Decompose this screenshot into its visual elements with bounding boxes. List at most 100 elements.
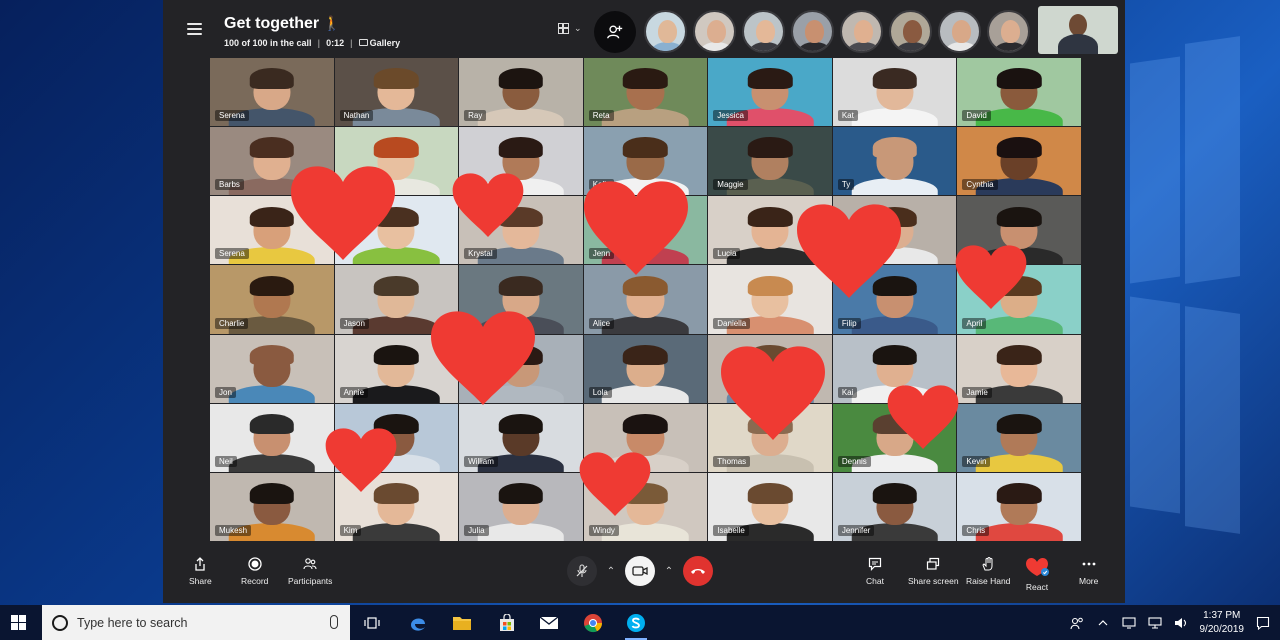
participant-avatar[interactable]: [987, 10, 1030, 53]
video-tile[interactable]: Filip: [832, 265, 957, 334]
video-tile[interactable]: Maggie: [708, 127, 832, 196]
participant-avatar[interactable]: [742, 10, 785, 53]
video-tile[interactable]: [583, 403, 708, 472]
raise-hand-button[interactable]: Raise Hand: [966, 557, 1010, 586]
layout-button[interactable]: ⌄: [558, 23, 582, 34]
video-tile[interactable]: Mukesh: [210, 472, 334, 541]
video-tile[interactable]: Kat: [832, 58, 957, 127]
avatar-face: [854, 20, 873, 43]
participant-avatar[interactable]: [889, 10, 932, 53]
share-button[interactable]: Share: [189, 557, 212, 586]
participant-avatar[interactable]: [791, 10, 834, 53]
taskbar-search-box[interactable]: Type here to search: [42, 605, 350, 640]
video-tile[interactable]: [832, 196, 957, 265]
video-tile[interactable]: Kevin: [957, 403, 1081, 472]
video-tile[interactable]: Jenn: [583, 196, 708, 265]
participant-avatar[interactable]: [938, 10, 981, 53]
network-icon[interactable]: [1147, 616, 1162, 630]
people-icon[interactable]: [1069, 616, 1084, 630]
participant-hair: [872, 137, 917, 158]
video-tile[interactable]: Daniella: [708, 265, 832, 334]
participants-button[interactable]: Participants: [288, 557, 332, 586]
audio-options-chevron-icon[interactable]: ⌃: [603, 566, 619, 577]
chrome-icon[interactable]: [582, 612, 604, 634]
participant-hair: [747, 413, 793, 435]
taskbar-clock[interactable]: 1:37 PM 9/20/2019: [1200, 609, 1245, 637]
video-tile[interactable]: Lucia: [708, 196, 832, 265]
notifications-icon[interactable]: [1256, 616, 1270, 630]
video-tile[interactable]: Jon: [210, 334, 334, 403]
chat-button[interactable]: Chat: [866, 557, 884, 586]
menu-icon[interactable]: [187, 23, 202, 35]
volume-icon[interactable]: [1174, 616, 1188, 630]
video-tile[interactable]: Kelly: [583, 127, 708, 196]
video-tile[interactable]: David: [957, 58, 1081, 127]
video-tile[interactable]: [708, 334, 832, 403]
video-tile[interactable]: Kai: [832, 334, 957, 403]
video-tile[interactable]: [334, 403, 459, 472]
video-tile[interactable]: Nathan: [334, 58, 459, 127]
mail-icon[interactable]: [538, 612, 560, 634]
video-tile[interactable]: Alice: [583, 265, 708, 334]
video-tile[interactable]: Windy: [583, 472, 708, 541]
video-tile[interactable]: Ty: [832, 127, 957, 196]
video-tile[interactable]: Ray: [459, 58, 583, 127]
end-call-button[interactable]: [683, 556, 713, 586]
participant-hair: [747, 275, 793, 297]
participant-avatar[interactable]: [644, 10, 687, 53]
mute-button[interactable]: [567, 556, 597, 586]
video-tile[interactable]: Lola: [583, 334, 708, 403]
video-options-chevron-icon[interactable]: ⌃: [661, 566, 677, 577]
edge-browser-icon[interactable]: [407, 612, 429, 634]
video-tile[interactable]: [459, 127, 583, 196]
video-tile[interactable]: Reta: [583, 58, 708, 127]
video-tile[interactable]: [334, 127, 459, 196]
video-tile[interactable]: [334, 196, 459, 265]
participant-avatar[interactable]: [693, 10, 736, 53]
add-participant-button[interactable]: [594, 11, 636, 53]
video-tile[interactable]: Jessica: [708, 58, 832, 127]
video-tile[interactable]: Cynthia: [957, 127, 1081, 196]
video-tile[interactable]: Annie: [334, 334, 459, 403]
self-video-preview[interactable]: [1038, 6, 1118, 54]
avatar-face: [707, 20, 726, 43]
video-tile[interactable]: Chris: [957, 472, 1081, 541]
react-button[interactable]: React: [1025, 557, 1049, 592]
video-tile[interactable]: Thomas: [708, 403, 832, 472]
video-tile[interactable]: Krystal: [459, 196, 583, 265]
video-tile[interactable]: [459, 265, 583, 334]
participant-hair: [623, 483, 668, 504]
participant-name-label: Daniella: [713, 317, 751, 329]
video-tile[interactable]: Barbs: [210, 127, 334, 196]
share-screen-button[interactable]: Share screen: [908, 557, 959, 586]
record-button[interactable]: Record: [241, 557, 268, 586]
view-mode[interactable]: Gallery: [358, 38, 400, 48]
video-tile[interactable]: Serena: [210, 58, 334, 127]
video-tile[interactable]: April: [957, 265, 1081, 334]
video-tile[interactable]: [957, 196, 1081, 265]
participant-avatar[interactable]: [840, 10, 883, 53]
participants-icon: [303, 557, 317, 571]
video-tile[interactable]: William: [459, 403, 583, 472]
video-tile[interactable]: Dennis: [832, 403, 957, 472]
video-tile[interactable]: [459, 334, 583, 403]
tray-chevron-up-icon[interactable]: [1096, 616, 1110, 630]
video-tile[interactable]: Kim: [334, 472, 459, 541]
microphone-icon[interactable]: [330, 615, 338, 629]
file-explorer-icon[interactable]: [451, 612, 473, 634]
video-tile[interactable]: Isabelle: [708, 472, 832, 541]
video-tile[interactable]: Jennifer: [832, 472, 957, 541]
video-tile[interactable]: Neil: [210, 403, 334, 472]
video-tile[interactable]: Jason: [334, 265, 459, 334]
video-tile[interactable]: Jamie: [957, 334, 1081, 403]
more-button[interactable]: More: [1079, 557, 1098, 586]
skype-taskbar-icon[interactable]: [625, 612, 647, 640]
start-button[interactable]: [11, 615, 27, 631]
display-icon[interactable]: [1121, 616, 1136, 630]
video-tile[interactable]: Serena: [210, 196, 334, 265]
store-icon[interactable]: [496, 612, 518, 634]
task-view-icon[interactable]: [361, 612, 383, 634]
video-tile[interactable]: Charlie: [210, 265, 334, 334]
video-tile[interactable]: Julia: [459, 472, 583, 541]
video-toggle-button[interactable]: [625, 556, 655, 586]
